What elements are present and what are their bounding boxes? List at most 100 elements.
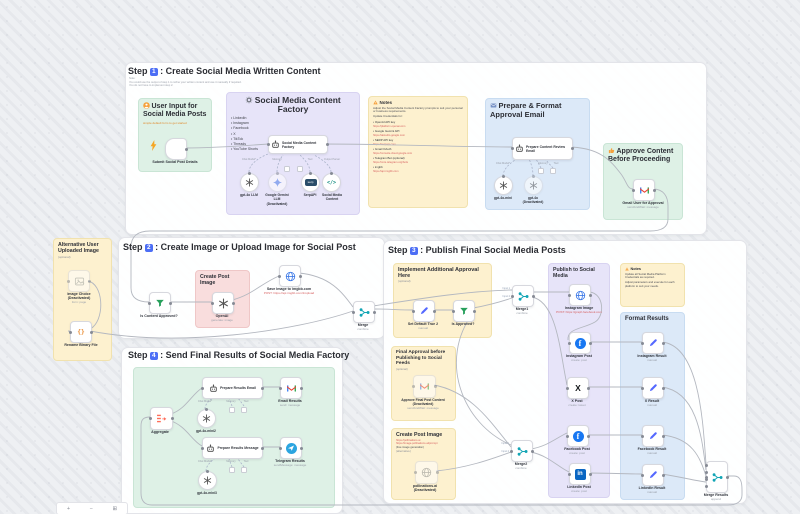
node-openai-image[interactable] xyxy=(212,292,234,314)
node-gpt4o-deactivated[interactable] xyxy=(524,176,543,195)
node-merge[interactable] xyxy=(353,301,375,323)
input-port[interactable] xyxy=(705,471,708,474)
node-linkedin-post[interactable]: in xyxy=(569,463,591,485)
step2-badge: 2 xyxy=(145,244,153,252)
node-telegram-results[interactable] xyxy=(280,437,302,459)
cred-link[interactable]: https://console.cloud.google.com xyxy=(373,152,412,155)
openai-icon xyxy=(218,298,229,309)
sticky-notes-2[interactable]: Notes Update all Social Media Platform C… xyxy=(620,263,685,307)
node-x-post[interactable]: X xyxy=(567,377,589,399)
globe-icon xyxy=(575,290,586,301)
node-approve-final-post-content[interactable] xyxy=(413,375,436,398)
input-label: Input 2 xyxy=(485,450,509,453)
node-x-result[interactable] xyxy=(642,377,664,399)
node-aggregate[interactable] xyxy=(150,407,173,430)
step2-text: : Create Image or Upload Image for Socia… xyxy=(155,242,356,252)
node-gpt4o-llm[interactable] xyxy=(240,173,259,192)
connector-slot[interactable] xyxy=(229,407,235,413)
sticky-notes-1[interactable]: Notes Adjust the Social Media Content Fa… xyxy=(368,96,468,208)
gmail-icon xyxy=(286,383,297,394)
node-linkedin-result[interactable] xyxy=(642,464,664,486)
node-rename-binary-file[interactable]: {} xyxy=(70,321,92,343)
node-prepare-results-email[interactable]: Prepare Results Email xyxy=(202,377,263,399)
notes-paragraph: Adjust parameters and execute for each p… xyxy=(625,281,680,288)
node-facebook-post[interactable]: f xyxy=(567,425,589,447)
input-port[interactable] xyxy=(705,485,708,488)
node-merge-results[interactable] xyxy=(706,461,728,493)
cred-link[interactable]: https://api.imgbb.com xyxy=(373,170,399,173)
step3-badge: 3 xyxy=(410,247,418,255)
node-gpt4o-mini[interactable] xyxy=(494,176,513,195)
cred-link[interactable]: https://aistudio.google.com xyxy=(373,134,405,137)
node-label: Merge1combine xyxy=(497,307,547,316)
input-label: Input 1 xyxy=(485,442,509,445)
openai-icon xyxy=(245,178,254,187)
node-instagram-post[interactable]: f xyxy=(569,332,591,354)
gear-icon xyxy=(245,96,253,104)
output-parser-icon: </> xyxy=(327,180,336,186)
workflow-canvas[interactable]: Step 1 : Create Social Media Written Con… xyxy=(0,0,800,514)
zoom-out-button[interactable]: − xyxy=(90,506,93,512)
connector-slot[interactable] xyxy=(538,168,544,174)
node-is-content-approved[interactable] xyxy=(149,292,171,314)
connector-label: Chat Model* xyxy=(191,400,219,403)
node-gpt4o-mini3[interactable] xyxy=(198,471,217,490)
node-prepare-content-review-email[interactable]: Prepare Content Review Email xyxy=(512,137,573,160)
connector-slot[interactable] xyxy=(550,168,556,174)
connector-label: Chat Model* xyxy=(235,158,263,161)
step4-title: Step 4 : Send Final Results of Social Me… xyxy=(128,350,349,360)
node-submit-social-post-details[interactable] xyxy=(165,138,187,160)
merge-icon xyxy=(518,291,529,302)
node-image-choice[interactable] xyxy=(68,270,90,292)
node-label: Facebook Resultmanual xyxy=(624,447,680,456)
node-label: Rename Binary File xyxy=(50,343,112,347)
cred-link[interactable]: https://core.telegram.org/bots xyxy=(373,161,408,164)
node-google-gemini-llm[interactable] xyxy=(268,173,287,192)
canvas-controls[interactable]: + − ⊞ xyxy=(56,502,128,514)
gemini-icon xyxy=(273,178,282,187)
node-social-media-content-factory[interactable]: Social Media Content Factory xyxy=(268,135,328,154)
connector-slot[interactable] xyxy=(229,467,235,473)
sticky-subtext: (optional) xyxy=(58,255,107,259)
node-label: Is Approved? xyxy=(437,322,489,326)
node-pollinations-ai[interactable] xyxy=(415,461,438,484)
node-gpt4o-mini2[interactable] xyxy=(197,409,216,428)
sticky-title: Implement Additional Approval Here xyxy=(398,267,487,279)
node-merge2[interactable] xyxy=(511,440,533,462)
connector-slot[interactable] xyxy=(241,467,247,473)
node-set-default-true-2[interactable] xyxy=(413,300,435,322)
node-is-approved[interactable] xyxy=(453,300,475,322)
bot-icon xyxy=(515,144,524,153)
connector-slot[interactable] xyxy=(297,166,303,172)
node-merge1[interactable] xyxy=(512,285,534,307)
node-label: LinkedIn Resultmanual xyxy=(624,486,680,495)
node-gmail-user-for-approval[interactable] xyxy=(633,179,655,201)
cred-link[interactable]: https://platform.openai.com xyxy=(373,125,405,128)
node-serpapi[interactable]: serp xyxy=(301,173,320,192)
node-inner-label: Prepare Results Message xyxy=(217,446,258,450)
input-port[interactable] xyxy=(705,478,708,481)
node-label: Telegram ResultssendMessage: message xyxy=(258,459,322,468)
fit-view-button[interactable]: ⊞ xyxy=(113,506,118,512)
node-instagram-result[interactable] xyxy=(642,332,664,354)
node-social-media-content-parser[interactable]: </> xyxy=(322,173,341,192)
trigger-bolt-icon xyxy=(150,140,157,151)
sticky-title: Format Results xyxy=(625,316,680,322)
step1-badge: 1 xyxy=(150,68,158,76)
connector-label: Chat Model* xyxy=(489,162,517,165)
pencil-icon xyxy=(648,470,658,480)
facebook-icon: f xyxy=(575,338,586,349)
node-prepare-results-message[interactable]: Prepare Results Message xyxy=(202,437,263,459)
sticky-title: User Input for Social Media Posts xyxy=(143,103,206,118)
node-save-image-imgbb[interactable] xyxy=(279,265,301,287)
input-port[interactable] xyxy=(705,464,708,467)
connector-slot[interactable] xyxy=(284,166,290,172)
step3-title: Step 3 : Publish Final Social Media Post… xyxy=(388,245,566,255)
node-instagram-image[interactable] xyxy=(569,284,591,306)
cred-link[interactable]: https://serpapi.com xyxy=(373,143,396,146)
node-email-results[interactable] xyxy=(280,377,302,399)
pencil-icon xyxy=(648,383,658,393)
node-facebook-result[interactable] xyxy=(642,425,664,447)
zoom-in-button[interactable]: + xyxy=(67,506,70,512)
connector-slot[interactable] xyxy=(241,407,247,413)
